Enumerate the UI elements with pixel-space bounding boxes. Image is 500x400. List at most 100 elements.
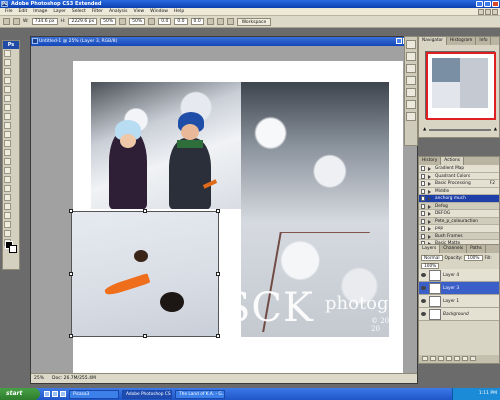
eyedropper-tool-icon[interactable] [4,221,11,228]
doc-restore-icon[interactable] [485,9,491,15]
shape-tool-icon[interactable] [4,203,11,210]
taskbar-item-browser[interactable]: The Land of K.A. - G... [175,389,225,399]
tab-layers[interactable]: Layers [419,245,441,253]
zoom-out-icon[interactable]: ▲ [423,127,426,132]
pen-tool-icon[interactable] [4,176,11,183]
layer-visibility-eye-icon[interactable] [421,286,426,290]
blend-mode-select[interactable]: Normal [421,255,443,261]
action-toggle-checkbox[interactable] [421,173,425,179]
new-group-icon[interactable] [454,356,460,361]
expand-triangle-icon[interactable] [428,219,431,224]
action-item[interactable]: Quadrant Colors [419,172,499,180]
link-layers-icon[interactable] [422,356,428,361]
cancel-transform-icon[interactable] [216,18,224,25]
action-item[interactable]: anchorg much [419,195,499,203]
marquee-tool-icon[interactable] [4,59,11,66]
menu-file[interactable]: File [2,9,16,14]
angle-field[interactable]: 0.0 [158,18,172,25]
crop-tool-icon[interactable] [4,86,11,93]
tab-history[interactable]: History [419,157,442,165]
hand-tool-icon[interactable] [4,230,11,237]
expand-triangle-icon[interactable] [428,182,431,186]
action-item[interactable]: Middle [419,187,499,195]
document-title-bar[interactable]: Untitled-1 @ 25% (Layer 3, RGB/8) [31,37,417,46]
action-toggle-checkbox[interactable] [421,211,425,216]
layer-row[interactable]: Layer 4 [419,269,499,282]
layer-row[interactable]: Layer 1 [419,295,499,308]
navigator-thumbnail[interactable] [425,51,496,120]
adjustment-layer-icon[interactable] [446,356,452,361]
expand-triangle-icon[interactable] [428,212,431,216]
photo-children-snowman[interactable] [91,82,241,209]
action-toggle-checkbox[interactable] [421,166,425,171]
eraser-tool-icon[interactable] [4,140,11,147]
zoom-level[interactable]: 25% [34,374,44,383]
start-button[interactable]: start [0,388,40,400]
transform-handle[interactable] [69,272,73,276]
action-item[interactable]: Gradient Map [419,165,499,173]
action-item[interactable]: pop [419,225,499,233]
transform-handle[interactable] [69,209,73,213]
action-toggle-checkbox[interactable] [421,181,425,186]
width-percent-field[interactable]: 50% [100,18,117,25]
tab-channels[interactable]: Channels [440,245,468,253]
navigator-view-box[interactable] [426,52,496,120]
quick-launch-icon[interactable] [60,391,66,397]
tab-navigator[interactable]: Navigator [419,37,448,45]
new-layer-icon[interactable] [462,356,468,361]
layer-visibility-eye-icon[interactable] [421,299,426,303]
transform-handle[interactable] [69,334,73,338]
dodge-tool-icon[interactable] [4,167,11,174]
tab-histogram[interactable]: Histogram [447,37,477,45]
brush-tool-icon[interactable] [4,113,11,120]
clock[interactable]: 1:11 PM [479,391,497,396]
height-percent-field[interactable]: 50% [129,18,146,25]
transform-handle[interactable] [216,272,220,276]
transform-tool-icon[interactable] [3,18,10,25]
expand-triangle-icon[interactable] [428,227,431,231]
clone-stamp-tool-icon[interactable] [4,122,11,129]
taskbar-item-picasa[interactable]: Picasa3 [69,389,119,399]
menu-select[interactable]: Select [69,9,89,14]
expand-triangle-icon[interactable] [428,234,431,239]
navigator-zoom-slider[interactable]: ▲ ▲ [423,126,497,133]
lasso-tool-icon[interactable] [4,68,11,75]
blur-tool-icon[interactable] [4,158,11,165]
layer-style-icon[interactable] [430,356,436,361]
action-set[interactable]: Bush Frames [419,232,499,240]
action-toggle-checkbox[interactable] [421,196,425,201]
layer-comps-dock-icon[interactable] [406,100,416,109]
transform-handle[interactable] [216,334,220,338]
healing-brush-tool-icon[interactable] [4,104,11,111]
layer-row[interactable]: Layer 3 [419,282,499,295]
tab-paths[interactable]: Paths [467,245,486,253]
transform-handle[interactable] [143,334,147,338]
action-toggle-checkbox[interactable] [421,226,425,231]
expand-triangle-icon[interactable] [428,197,431,201]
maximize-icon[interactable] [484,1,491,7]
expand-triangle-icon[interactable] [428,189,431,194]
action-item[interactable]: Basic Processing F2 [419,180,499,188]
h-skew-field[interactable]: 0.0 [174,18,188,25]
layer-visibility-eye-icon[interactable] [421,273,426,277]
action-set[interactable]: Pete_p_colouraction [419,217,499,225]
v-skew-field[interactable]: 0.0 [190,18,204,25]
quick-launch-icon[interactable] [44,391,50,397]
width-field[interactable]: 734.6 px [31,18,58,25]
document-info[interactable]: Doc: 26.7M/255.4M [52,374,96,383]
brushes-dock-icon[interactable] [406,52,416,61]
info-dock-icon[interactable] [406,112,416,121]
clone-source-dock-icon[interactable] [406,64,416,73]
workspace-button[interactable]: Workspace [236,17,272,26]
action-toggle-checkbox[interactable] [421,233,425,239]
expand-triangle-icon[interactable] [428,174,431,179]
transform-handle[interactable] [216,209,220,213]
action-toggle-checkbox[interactable] [421,203,425,209]
menu-edit[interactable]: Edit [16,9,31,14]
menu-help[interactable]: Help [171,9,187,14]
tab-actions[interactable]: Actions [441,157,464,165]
move-tool-icon[interactable] [4,50,11,57]
canvas-page[interactable]: SCK photogr © 2007 20 [69,61,403,379]
height-field[interactable]: 2229.6 px [68,18,98,25]
photo-snowman-closeup[interactable] [69,209,220,338]
